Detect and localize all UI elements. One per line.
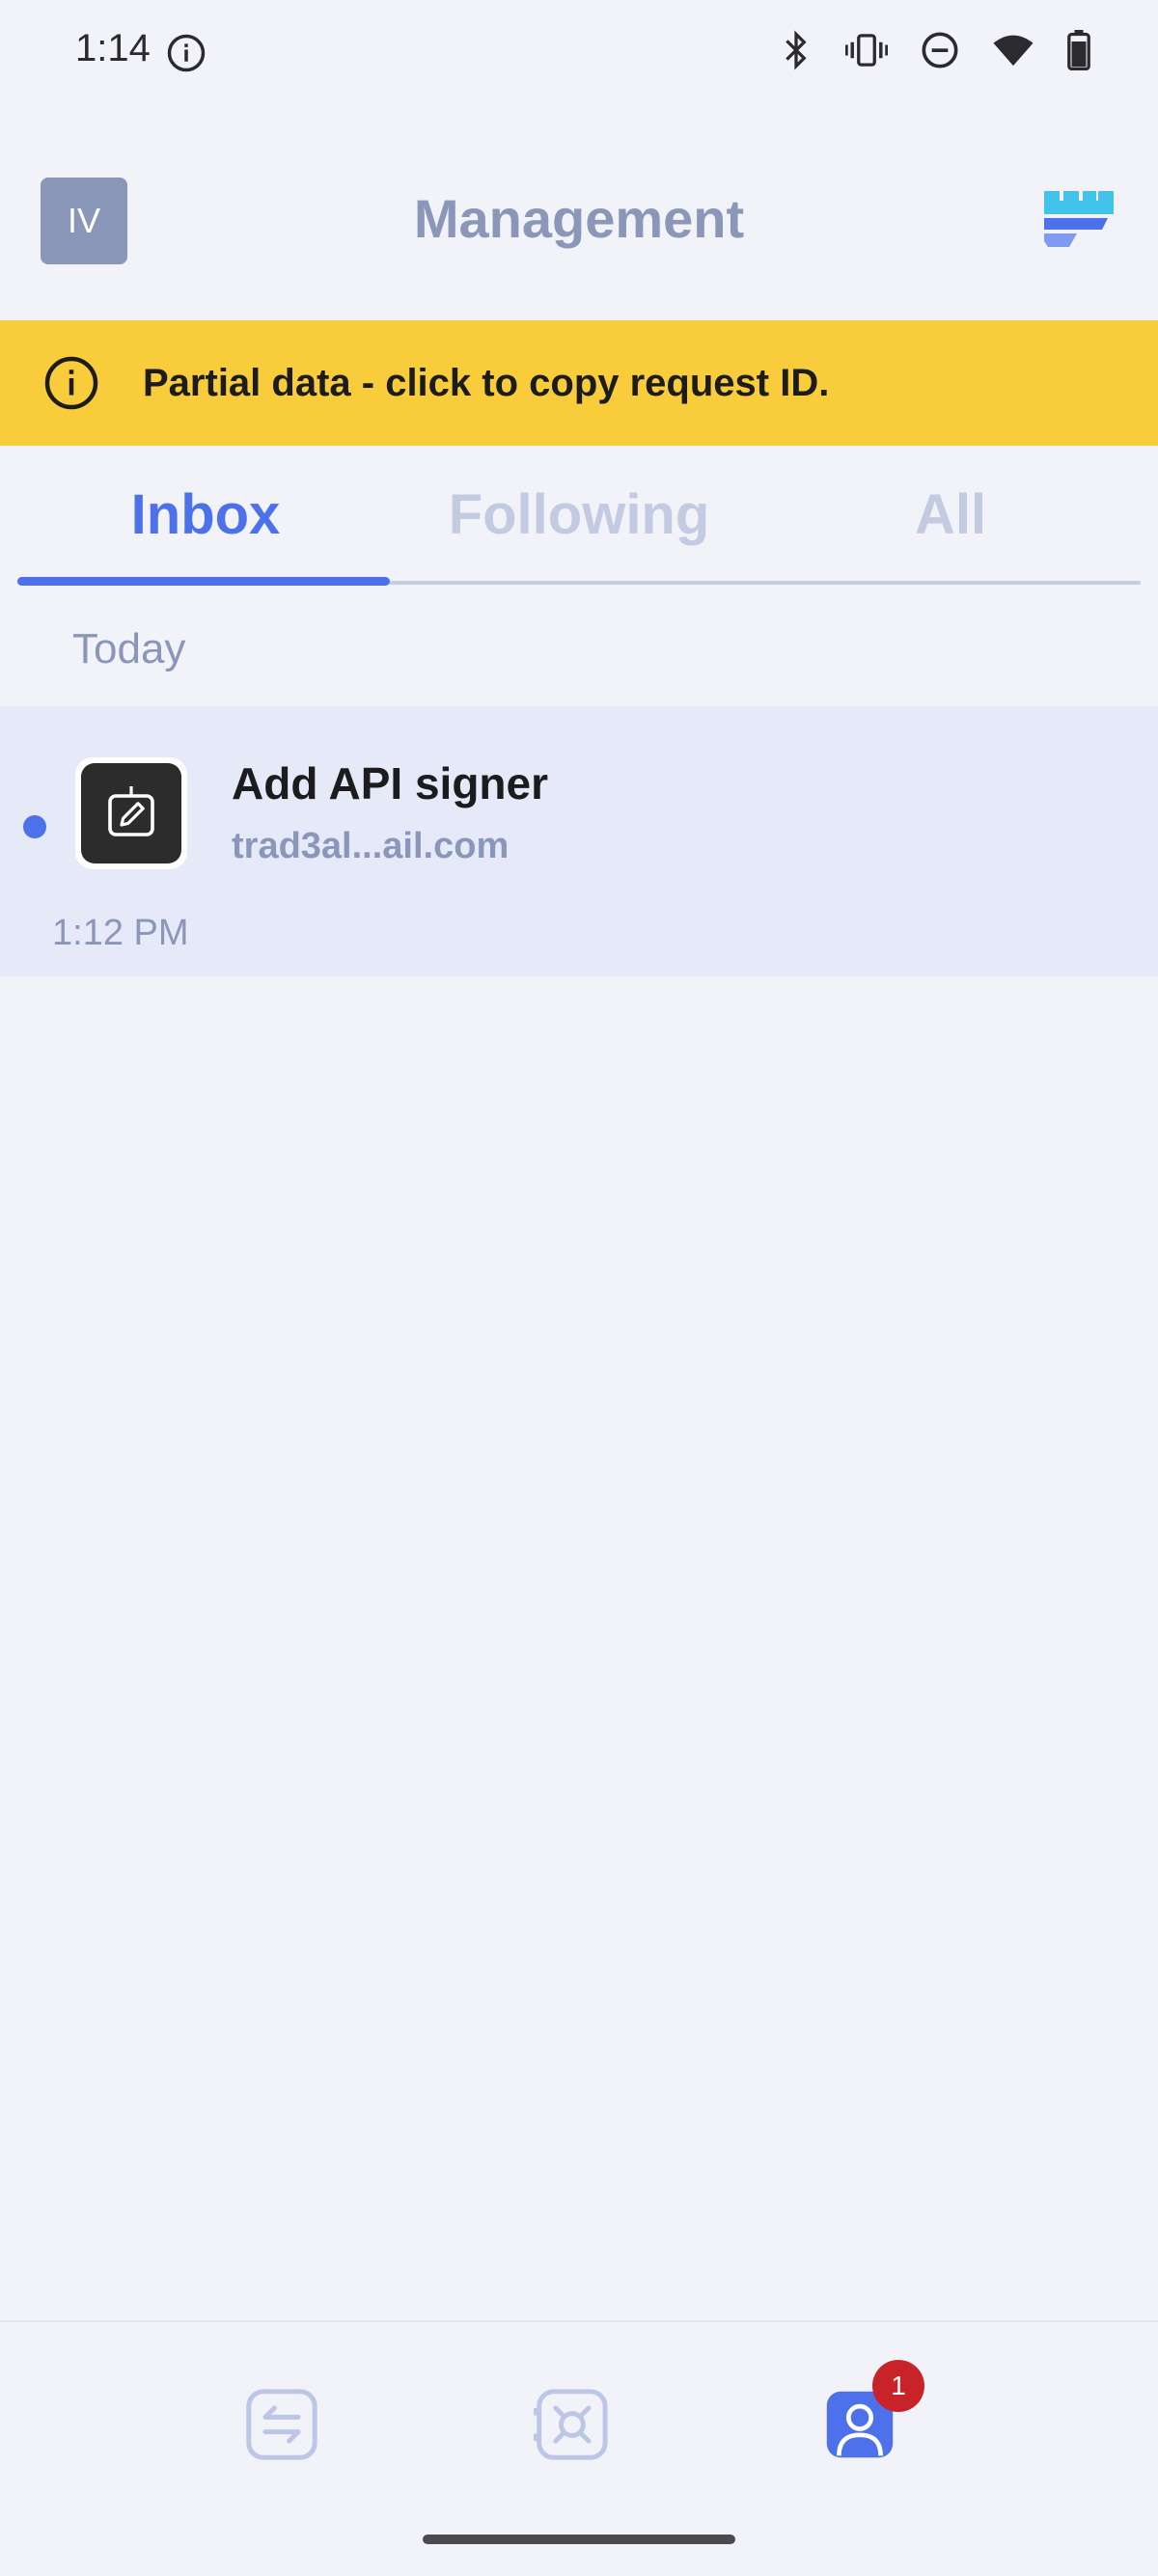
info-icon xyxy=(44,356,98,410)
status-time: 1:14 xyxy=(75,27,151,69)
do-not-disturb-icon xyxy=(922,32,958,69)
app-header: IV Management xyxy=(0,174,1158,270)
nav-transfer-button[interactable] xyxy=(238,2381,325,2468)
wifi-icon xyxy=(993,35,1034,67)
page-title: Management xyxy=(413,188,745,249)
info-icon xyxy=(167,34,206,72)
nav-vault-button[interactable] xyxy=(527,2381,614,2468)
status-bar: 1:14 xyxy=(0,0,1158,106)
brand-logo-icon[interactable] xyxy=(1044,191,1114,251)
tab-following[interactable]: Following xyxy=(391,482,767,560)
unread-indicator xyxy=(23,815,46,838)
battery-icon xyxy=(1067,30,1090,70)
home-indicator[interactable] xyxy=(423,2535,735,2544)
transfer-icon xyxy=(246,2389,317,2460)
bluetooth-icon xyxy=(786,30,807,70)
notification-badge: 1 xyxy=(872,2360,924,2412)
status-icons xyxy=(780,29,1090,71)
tab-all[interactable]: All xyxy=(762,482,1139,560)
banner-text: Partial data - click to copy request ID. xyxy=(143,361,830,404)
item-timestamp: 1:12 PM xyxy=(52,913,189,953)
screen: 1:14 IV Management Partial data - click … xyxy=(0,0,1158,2576)
vault-icon xyxy=(534,2389,608,2460)
section-label-today: Today xyxy=(72,625,186,672)
partial-data-banner[interactable]: Partial data - click to copy request ID. xyxy=(0,320,1158,446)
tab-bar: Inbox Following All xyxy=(0,453,1158,589)
vibrate-icon xyxy=(845,34,888,67)
item-icon-container xyxy=(75,757,187,869)
item-subtitle: trad3al...ail.com xyxy=(232,826,510,866)
tab-inbox[interactable]: Inbox xyxy=(17,482,394,560)
item-title: Add API signer xyxy=(232,758,548,808)
active-tab-indicator xyxy=(17,577,390,586)
edit-document-icon xyxy=(81,763,181,863)
